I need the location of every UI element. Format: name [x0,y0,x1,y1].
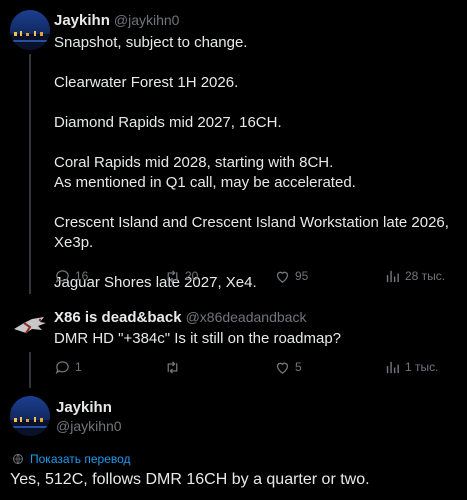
avatar-image [10,307,50,347]
avatar-x86deadandback[interactable] [10,307,50,347]
author-handle[interactable]: @jaykihn0 [114,12,180,28]
post-3-text: Yes, 512C, follows DMR 16CH by a quarter… [10,469,460,491]
repost-button[interactable] [164,359,185,376]
like-button[interactable]: 5 [274,359,302,376]
reply-button[interactable]: 1 [54,359,82,376]
like-icon [276,271,289,283]
post-2-header: X86 is dead&back @x86deadandback [54,309,306,326]
author-name[interactable]: Jaykihn [56,398,122,417]
reply-count: 16 [75,269,89,283]
text-line: Diamond Rapids mid 2027, 16CH. [54,114,282,131]
views-icon [386,270,399,282]
avatar-image [10,10,50,50]
text-line: Yes, 512C, follows DMR 16CH by a quarter… [10,471,370,488]
author-name[interactable]: X86 is dead&back [54,309,182,326]
author-handle[interactable]: @jaykihn0 [56,417,122,436]
post-1-header: Jaykihn @jaykihn0 [54,12,179,29]
post-3-author: Jaykihn @jaykihn0 [56,398,122,436]
like-count: 5 [295,360,302,374]
show-translation-link[interactable]: Показать перевод [12,452,131,466]
text-line: Coral Rapids mid 2028, starting with 8CH… [54,154,334,171]
text-line: Snapshot, subject to change. [54,34,248,51]
reply-icon [55,360,69,374]
views-count: 1 тыс. [405,360,439,374]
text-line: Crescent Island and Crescent Island Work… [54,214,449,251]
views-button[interactable]: 28 тыс. [384,268,445,285]
views-count: 28 тыс. [405,269,446,283]
like-icon [276,362,289,374]
text-line: DMR HD "+384c" Is it still on the roadma… [54,330,342,347]
text-line: Clearwater Forest 1H 2026. [54,74,239,91]
like-count: 95 [295,269,309,283]
author-handle[interactable]: @x86deadandback [186,309,307,325]
views-icon [386,361,399,373]
thread-line [29,352,31,388]
post-1-actions: 16 20 95 28 тыс. [54,266,459,286]
like-button[interactable]: 95 [274,268,308,285]
repost-icon [167,360,178,374]
author-name[interactable]: Jaykihn [54,12,110,29]
repost-count: 20 [185,269,199,283]
thread-line [29,54,31,294]
post-2-text: DMR HD "+384c" Is it still on the roadma… [54,329,459,349]
translate-label: Показать перевод [30,452,131,466]
reply-button[interactable]: 16 [54,268,88,285]
reply-count: 1 [75,360,82,374]
post-2-actions: 1 5 1 тыс. [54,357,459,377]
post-1-text: Snapshot, subject to change. Clearwater … [54,33,459,293]
globe-icon [13,454,23,464]
reply-icon [55,269,69,283]
views-button[interactable]: 1 тыс. [384,359,438,376]
avatar-jaykihn[interactable] [10,10,50,50]
avatar-image [10,396,50,436]
avatar-jaykihn[interactable] [10,396,50,436]
repost-button[interactable]: 20 [164,268,198,285]
repost-icon [167,269,178,283]
text-line: As mentioned in Q1 call, may be accelera… [54,174,356,191]
